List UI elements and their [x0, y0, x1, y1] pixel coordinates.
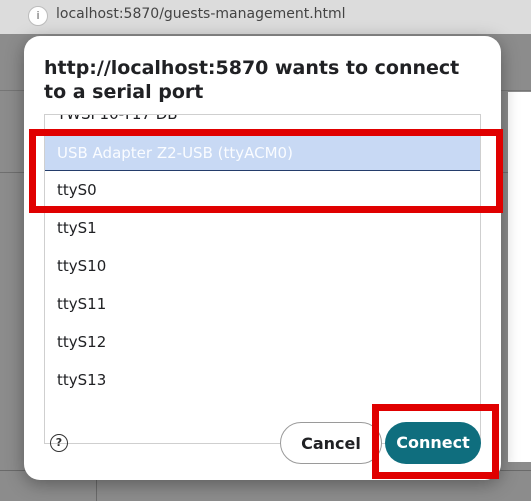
connect-button[interactable]: Connect	[385, 422, 481, 464]
port-item-selected[interactable]: USB Adapter Z2-USB (ttyACM0)	[45, 133, 480, 171]
port-list[interactable]: TWSP10-T17 DB USB Adapter Z2-USB (ttyACM…	[44, 114, 481, 444]
port-item[interactable]: ttyS12	[45, 323, 480, 361]
address-bar: i localhost:5870/guests-management.html	[0, 0, 531, 34]
help-icon[interactable]: ?	[50, 434, 68, 452]
port-item[interactable]: ttyS0	[45, 171, 480, 209]
serial-port-dialog: http://localhost:5870 wants to connect t…	[24, 36, 501, 480]
background-panel	[508, 92, 531, 462]
port-item[interactable]: TWSP10-T17 DB	[45, 115, 480, 133]
dialog-title: http://localhost:5870 wants to connect t…	[44, 57, 460, 103]
port-item[interactable]: ttyS11	[45, 285, 480, 323]
address-url[interactable]: localhost:5870/guests-management.html	[56, 6, 346, 22]
cancel-button[interactable]: Cancel	[280, 422, 382, 464]
port-item[interactable]: ttyS1	[45, 209, 480, 247]
info-icon[interactable]: i	[28, 6, 48, 26]
port-item[interactable]: ttyS10	[45, 247, 480, 285]
port-item[interactable]: ttyS13	[45, 361, 480, 399]
